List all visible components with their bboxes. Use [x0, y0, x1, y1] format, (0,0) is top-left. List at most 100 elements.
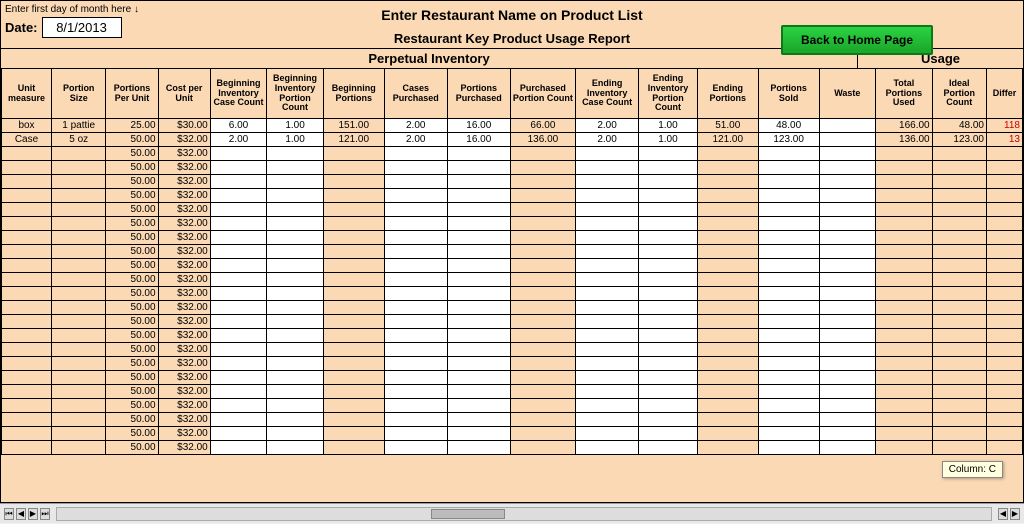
cell[interactable]	[2, 203, 52, 217]
cell[interactable]	[697, 175, 758, 189]
cell[interactable]	[819, 161, 876, 175]
cell[interactable]	[639, 147, 698, 161]
cell[interactable]	[819, 315, 876, 329]
cell[interactable]	[986, 273, 1022, 287]
cell[interactable]	[819, 175, 876, 189]
cell[interactable]	[819, 357, 876, 371]
cell[interactable]: $32.00	[158, 273, 210, 287]
cell[interactable]	[576, 357, 639, 371]
cell[interactable]: 50.00	[106, 343, 158, 357]
cell[interactable]: 118	[986, 119, 1022, 133]
cell[interactable]: 2.00	[576, 133, 639, 147]
cell[interactable]	[876, 413, 933, 427]
cell[interactable]	[876, 147, 933, 161]
back-home-button[interactable]: Back to Home Page	[781, 25, 933, 55]
cell[interactable]	[932, 329, 986, 343]
cell[interactable]	[2, 161, 52, 175]
cell[interactable]: $32.00	[158, 217, 210, 231]
cell[interactable]	[447, 301, 510, 315]
table-row[interactable]: 50.00$32.00	[2, 217, 1023, 231]
cell[interactable]	[932, 399, 986, 413]
cell[interactable]	[986, 259, 1022, 273]
cell[interactable]	[986, 189, 1022, 203]
cell[interactable]	[323, 413, 384, 427]
cell[interactable]: 16.00	[447, 133, 510, 147]
cell[interactable]	[876, 301, 933, 315]
cell[interactable]	[876, 343, 933, 357]
cell[interactable]	[819, 385, 876, 399]
cell[interactable]	[932, 175, 986, 189]
cell[interactable]	[323, 329, 384, 343]
cell[interactable]: $30.00	[158, 119, 210, 133]
cell[interactable]: $32.00	[158, 245, 210, 259]
date-input[interactable]: 8/1/2013	[42, 17, 122, 38]
cell[interactable]: $32.00	[158, 203, 210, 217]
table-row[interactable]: 50.00$32.00	[2, 329, 1023, 343]
cell[interactable]	[323, 161, 384, 175]
cell[interactable]	[576, 189, 639, 203]
cell[interactable]	[323, 371, 384, 385]
cell[interactable]	[210, 385, 267, 399]
cell[interactable]	[52, 273, 106, 287]
cell[interactable]	[758, 161, 819, 175]
cell[interactable]	[267, 413, 324, 427]
cell[interactable]	[384, 273, 447, 287]
cell[interactable]: 2.00	[576, 119, 639, 133]
cell[interactable]	[267, 357, 324, 371]
cell[interactable]	[323, 427, 384, 441]
cell[interactable]	[510, 245, 575, 259]
table-row[interactable]: 50.00$32.00	[2, 161, 1023, 175]
cell[interactable]	[697, 161, 758, 175]
cell[interactable]: 48.00	[758, 119, 819, 133]
cell[interactable]	[384, 203, 447, 217]
cell[interactable]	[576, 231, 639, 245]
cell[interactable]	[267, 329, 324, 343]
cell[interactable]	[447, 161, 510, 175]
cell[interactable]: 123.00	[932, 133, 986, 147]
cell[interactable]	[639, 161, 698, 175]
cell[interactable]	[986, 413, 1022, 427]
cell[interactable]	[697, 273, 758, 287]
cell[interactable]	[932, 189, 986, 203]
cell[interactable]	[932, 413, 986, 427]
cell[interactable]	[510, 161, 575, 175]
cell[interactable]	[510, 427, 575, 441]
cell[interactable]	[323, 217, 384, 231]
cell[interactable]	[210, 399, 267, 413]
cell[interactable]	[876, 287, 933, 301]
cell[interactable]: 50.00	[106, 357, 158, 371]
cell[interactable]	[697, 399, 758, 413]
cell[interactable]	[758, 385, 819, 399]
cell[interactable]: 50.00	[106, 371, 158, 385]
cell[interactable]	[819, 119, 876, 133]
cell[interactable]	[52, 161, 106, 175]
cell[interactable]	[323, 441, 384, 455]
cell[interactable]: 51.00	[697, 119, 758, 133]
cell[interactable]	[819, 133, 876, 147]
cell[interactable]	[697, 203, 758, 217]
cell[interactable]	[447, 343, 510, 357]
cell[interactable]	[2, 217, 52, 231]
cell[interactable]	[876, 217, 933, 231]
cell[interactable]	[986, 161, 1022, 175]
cell[interactable]	[510, 203, 575, 217]
cell[interactable]	[384, 315, 447, 329]
cell[interactable]	[697, 231, 758, 245]
cell[interactable]: 50.00	[106, 189, 158, 203]
cell[interactable]	[384, 175, 447, 189]
cell[interactable]	[986, 399, 1022, 413]
cell[interactable]	[2, 259, 52, 273]
cell[interactable]: 50.00	[106, 413, 158, 427]
cell[interactable]	[819, 273, 876, 287]
cell[interactable]	[639, 343, 698, 357]
cell[interactable]	[819, 287, 876, 301]
cell[interactable]	[267, 147, 324, 161]
cell[interactable]	[986, 147, 1022, 161]
cell[interactable]	[576, 259, 639, 273]
cell[interactable]: 1.00	[639, 133, 698, 147]
cell[interactable]	[384, 371, 447, 385]
cell[interactable]	[323, 301, 384, 315]
cell[interactable]	[576, 441, 639, 455]
cell[interactable]	[52, 189, 106, 203]
cell[interactable]	[876, 427, 933, 441]
